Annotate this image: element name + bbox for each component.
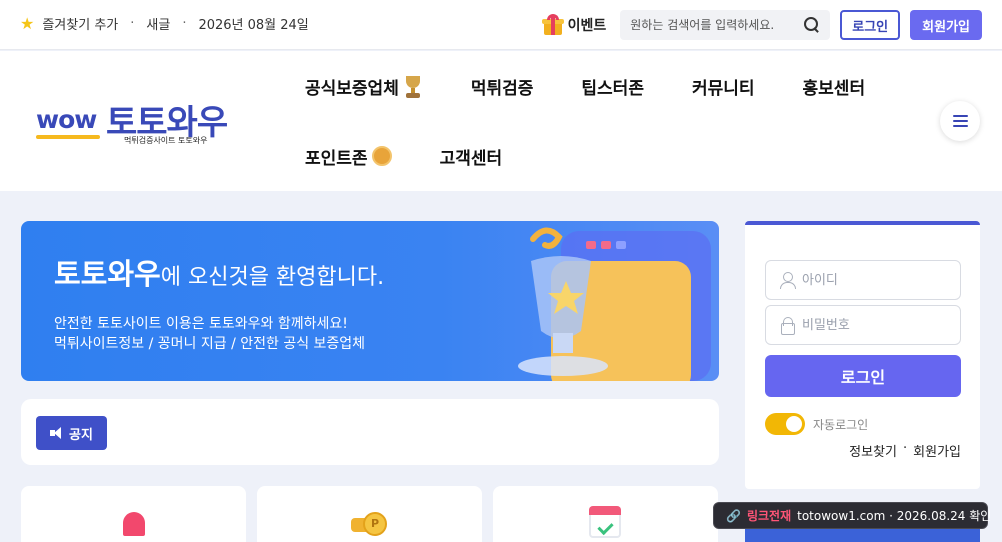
search-box [620, 10, 831, 40]
welcome-banner: 토토와우에 오신것을 환영합니다. 안전한 토토사이트 이용은 토토와우와 함께… [21, 221, 719, 381]
bookmark-link[interactable]: 즐겨찾기 추가 [42, 14, 118, 33]
nav-row-2: 포인트존 고객센터 [305, 143, 865, 169]
toast-label: 링크전재 [746, 509, 792, 523]
feature-card[interactable] [493, 486, 718, 542]
nav-item-point[interactable]: 포인트존 [305, 144, 392, 169]
auto-login-label: 자동로그인 [813, 417, 869, 432]
siren-icon [123, 512, 145, 536]
feature-card[interactable]: P [257, 486, 482, 542]
nav-item-verify[interactable]: 먹튀검증 [471, 74, 534, 99]
join-button[interactable]: 회원가입 [910, 10, 982, 40]
logo-wow: wow [36, 105, 101, 139]
panel-join-link[interactable]: 회원가입 [913, 441, 961, 460]
username-input[interactable] [802, 272, 952, 288]
trophy-illustration [518, 227, 711, 381]
auto-login-toggle[interactable] [765, 413, 805, 435]
star-icon: ★ [20, 13, 35, 33]
banner-title-bold: 토토와우 [54, 257, 161, 291]
username-field [765, 260, 961, 300]
password-field [765, 305, 961, 345]
separator: · [182, 16, 187, 31]
nav-row-1: 공식보증업체 먹튀검증 팁스터존 커뮤니티 홍보센터 [305, 73, 865, 99]
notice-button[interactable]: 공지 [36, 416, 107, 450]
nav-label: 공식보증업체 [305, 78, 399, 99]
banner-line-2: 먹튀사이트정보 / 꽁머니 지급 / 안전한 공식 보증업체 [54, 336, 366, 352]
user-icon [780, 272, 796, 289]
nav-item-promo[interactable]: 홍보센터 [803, 74, 866, 99]
header: wow 토토와우 먹튀검증사이트 토토와우 공식보증업체 먹튀검증 팁스터존 커… [0, 51, 1002, 191]
search-input[interactable] [630, 18, 801, 32]
top-bar-left: ★ 즐겨찾기 추가 · 새글 · 2026년 08월 24일 [20, 14, 309, 33]
banner-title: 토토와우에 오신것을 환영합니다. [54, 251, 384, 293]
search-icon[interactable] [804, 17, 820, 33]
site-logo[interactable]: wow 토토와우 먹튀검증사이트 토토와우 [36, 91, 246, 151]
link-toast[interactable]: 🔗 링크전재 totowow1.com · 2026.08.24 확인 [713, 502, 992, 529]
nav-item-community[interactable]: 커뮤니티 [692, 74, 755, 99]
nav-item-official[interactable]: 공식보증업체 [305, 74, 423, 99]
login-button[interactable]: 로그인 [840, 10, 901, 40]
gift-icon [541, 14, 564, 36]
lock-icon [780, 317, 795, 335]
coin-icon [371, 146, 392, 166]
menu-button[interactable] [940, 101, 980, 141]
link-icon: 🔗 [726, 508, 741, 523]
nav-label: 포인트존 [305, 148, 368, 169]
toast-text: totowow1.com · 2026.08.24 확인 [797, 509, 992, 523]
separator: · [130, 16, 135, 31]
banner-line-1: 안전한 토토사이트 이용은 토토와우와 함께하세요! [54, 316, 348, 332]
password-input[interactable] [802, 317, 952, 333]
auto-login: 자동로그인 [765, 413, 868, 435]
banner-title-rest: 에 오신것을 환영합니다. [160, 265, 385, 290]
event-link[interactable]: 이벤트 [541, 14, 607, 36]
feature-card[interactable] [21, 486, 246, 542]
notice-label: 공지 [69, 427, 93, 443]
hamburger-icon [952, 115, 968, 127]
panel-links: 정보찾기 · 회원가입 [849, 441, 961, 460]
notice-bar: 공지 [21, 399, 719, 465]
coins-icon: P [351, 512, 387, 538]
login-panel: 로그인 자동로그인 정보찾기 · 회원가입 [745, 221, 980, 489]
login-submit-button[interactable]: 로그인 [765, 355, 961, 397]
current-date: 2026년 08월 24일 [198, 18, 309, 33]
speaker-icon [50, 427, 64, 439]
find-info-link[interactable]: 정보찾기 [849, 441, 897, 460]
event-label: 이벤트 [567, 18, 607, 34]
top-bar: ★ 즐겨찾기 추가 · 새글 · 2026년 08월 24일 이벤트 로그인 회… [0, 0, 1002, 50]
calendar-icon [589, 506, 621, 538]
nav-item-tipster[interactable]: 팁스터존 [581, 74, 644, 99]
separator: · [903, 441, 908, 456]
logo-sub: 먹튀검증사이트 토토와우 [124, 136, 208, 145]
main-nav: 공식보증업체 먹튀검증 팁스터존 커뮤니티 홍보센터 포인트존 고객센터 [305, 73, 865, 213]
top-bar-right: 이벤트 로그인 회원가입 [541, 10, 982, 40]
new-posts-link[interactable]: 새글 [146, 14, 170, 33]
trophy-icon [403, 74, 423, 98]
nav-item-support[interactable]: 고객센터 [440, 144, 503, 169]
